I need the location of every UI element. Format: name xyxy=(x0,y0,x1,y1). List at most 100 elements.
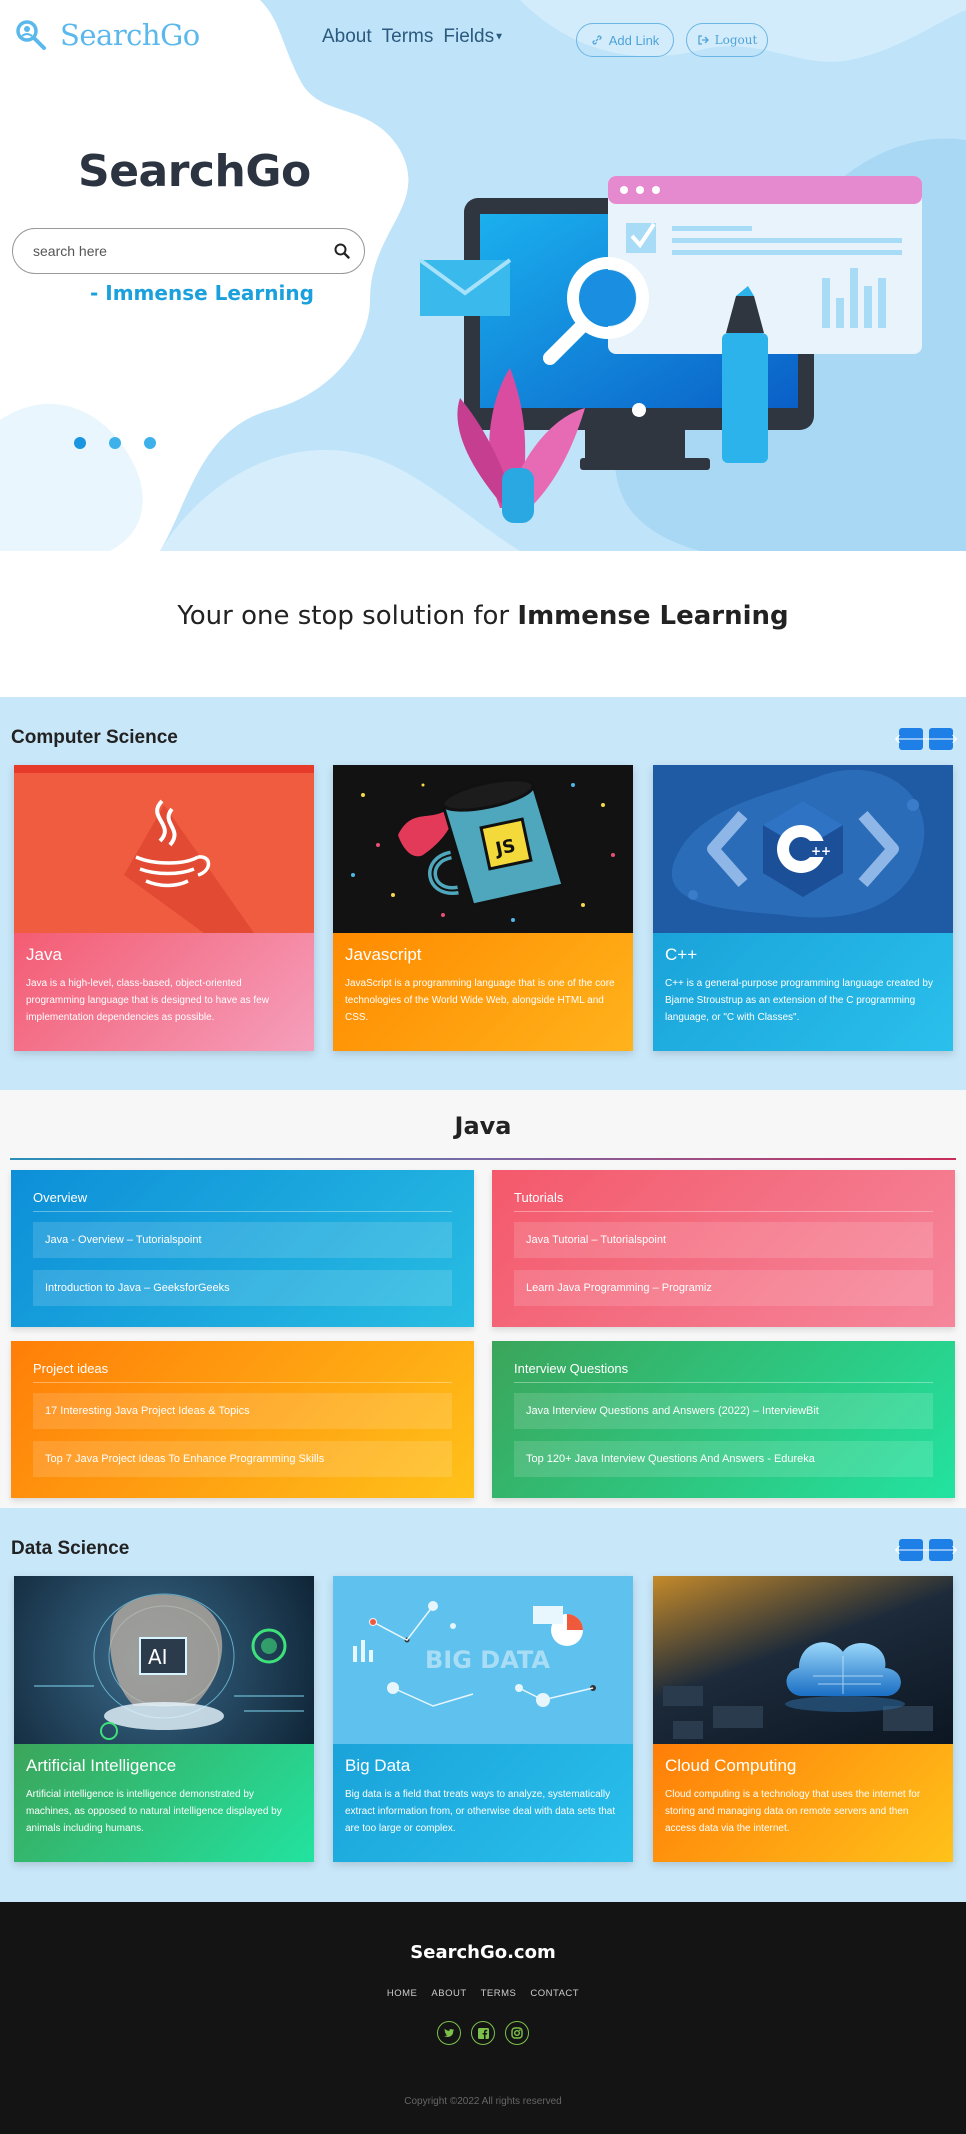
carousel-prev-button[interactable]: 🡐 xyxy=(894,728,928,750)
brand-logo[interactable]: SearchGo xyxy=(14,18,200,52)
computer-science-section: Computer Science 🡐 🡒 Java Java is a high… xyxy=(0,697,966,1090)
nav-links: About Terms Fields▼ xyxy=(322,26,504,48)
copyright: Copyright ©2022 All rights reserved xyxy=(404,2096,562,2107)
cpp-logo-icon: ++ xyxy=(653,765,953,933)
svg-text:++: ++ xyxy=(811,844,831,858)
add-link-button[interactable]: Add Link xyxy=(576,23,674,57)
section-title: Data Science xyxy=(11,1538,130,1559)
social-links xyxy=(0,2021,966,2045)
card-body: Artificial Intelligence Artificial intel… xyxy=(14,1744,314,1862)
search-icon[interactable] xyxy=(334,243,350,259)
nav-link-about[interactable]: About xyxy=(322,26,372,48)
resource-link[interactable]: Java - Overview – Tutorialspoint xyxy=(33,1222,452,1258)
resource-heading: Tutorials xyxy=(514,1190,933,1212)
resource-card-project-ideas: Project ideas 17 Interesting Java Projec… xyxy=(11,1341,474,1498)
card-artificial-intelligence[interactable]: AI Artificial Intelligence Artificial in… xyxy=(14,1576,314,1862)
footer: SearchGo.com HOME ABOUT TERMS CONTACT Co… xyxy=(0,1902,966,2134)
carousel-next-button[interactable]: 🡒 xyxy=(924,1539,958,1561)
card-cpp[interactable]: ++ C++ C++ is a general-purpose programm… xyxy=(653,765,953,1051)
card-body: Cloud Computing Cloud computing is a tec… xyxy=(653,1744,953,1862)
resource-link[interactable]: Introduction to Java – GeeksforGeeks xyxy=(33,1270,452,1306)
carousel-dot-3[interactable] xyxy=(144,437,156,449)
link-icon xyxy=(592,35,602,45)
ai-head-icon: AI xyxy=(14,1576,314,1744)
resource-link[interactable]: Java Interview Questions and Answers (20… xyxy=(514,1393,933,1429)
card-java[interactable]: Java Java is a high-level, class-based, … xyxy=(14,765,314,1051)
card-text: Big data is a field that treats ways to … xyxy=(345,1789,616,1834)
arrow-right-icon: 🡒 xyxy=(923,732,959,747)
js-mug-icon: JS xyxy=(333,765,633,933)
resource-link[interactable]: Top 7 Java Project Ideas To Enhance Prog… xyxy=(33,1441,452,1477)
caret-down-icon: ▼ xyxy=(494,31,504,43)
carousel-dot-1[interactable] xyxy=(74,437,86,449)
card-text: Artificial intelligence is intelligence … xyxy=(26,1789,282,1834)
footer-brand: SearchGo.com xyxy=(410,1942,556,1963)
resource-link[interactable]: Top 120+ Java Interview Questions And An… xyxy=(514,1441,933,1477)
search-input[interactable] xyxy=(33,243,334,259)
big-data-image-label: BIG DATA xyxy=(425,1646,550,1674)
slogan-emphasis: Immense Learning xyxy=(517,601,789,631)
big-data-icon: BIG DATA xyxy=(333,1576,633,1744)
carousel-indicators xyxy=(74,437,156,449)
card-title: Java xyxy=(26,945,62,964)
section-title: Computer Science xyxy=(11,727,178,748)
arrow-right-icon: 🡒 xyxy=(923,1543,959,1558)
navbar: SearchGo About Terms Fields▼ Add Link Lo… xyxy=(0,0,966,80)
resource-heading: Overview xyxy=(33,1190,452,1212)
card-body: C++ C++ is a general-purpose programming… xyxy=(653,933,953,1051)
resource-link[interactable]: 17 Interesting Java Project Ideas & Topi… xyxy=(33,1393,452,1429)
card-body: Javascript JavaScript is a programming l… xyxy=(333,933,633,1051)
resource-heading: Interview Questions xyxy=(514,1361,933,1383)
resource-card-interview-questions: Interview Questions Java Interview Quest… xyxy=(492,1341,955,1498)
nav-dropdown-fields[interactable]: Fields▼ xyxy=(443,26,504,48)
java-section: Java Overview Java - Overview – Tutorial… xyxy=(0,1090,966,1508)
card-text: Cloud computing is a technology that use… xyxy=(665,1789,921,1834)
logout-label: Logout xyxy=(714,33,758,47)
logout-button[interactable]: Logout xyxy=(686,23,768,57)
card-big-data[interactable]: BIG DATA Big Data Big data is a field th… xyxy=(333,1576,633,1862)
card-body: Big Data Big data is a field that treats… xyxy=(333,1744,633,1862)
carousel-next-button[interactable]: 🡒 xyxy=(924,728,958,750)
footer-link-terms[interactable]: TERMS xyxy=(481,1988,517,1999)
resource-heading: Project ideas xyxy=(33,1361,452,1383)
hero-tagline: - Immense Learning xyxy=(90,281,314,305)
card-cloud-computing[interactable]: Cloud Computing Cloud computing is a tec… xyxy=(653,1576,953,1862)
footer-link-about[interactable]: ABOUT xyxy=(431,1988,466,1999)
twitter-icon[interactable] xyxy=(437,2021,461,2045)
carousel-dot-2[interactable] xyxy=(109,437,121,449)
logout-icon xyxy=(698,35,709,45)
footer-links: HOME ABOUT TERMS CONTACT xyxy=(0,1988,966,1999)
ai-image-label: AI xyxy=(148,1645,168,1669)
nav-link-terms[interactable]: Terms xyxy=(382,26,434,48)
brand-name: SearchGo xyxy=(60,18,200,52)
footer-link-contact[interactable]: CONTACT xyxy=(530,1988,579,1999)
carousel-prev-button[interactable]: 🡐 xyxy=(894,1539,928,1561)
cloud-chip-icon xyxy=(653,1576,953,1744)
card-text: C++ is a general-purpose programming lan… xyxy=(665,978,933,1023)
instagram-icon[interactable] xyxy=(505,2021,529,2045)
data-science-section: Data Science 🡐 🡒 AI Artificial Intellige… xyxy=(0,1508,966,1902)
card-title: Javascript xyxy=(345,945,422,964)
card-title: Cloud Computing xyxy=(665,1756,797,1775)
resource-card-tutorials: Tutorials Java Tutorial – Tutorialspoint… xyxy=(492,1170,955,1327)
resource-link[interactable]: Java Tutorial – Tutorialspoint xyxy=(514,1222,933,1258)
card-body: Java Java is a high-level, class-based, … xyxy=(14,933,314,1051)
card-title: Artificial Intelligence xyxy=(26,1756,177,1775)
slogan-prefix: Your one stop solution for xyxy=(177,601,518,631)
card-title: C++ xyxy=(665,945,698,964)
nav-fields-label: Fields xyxy=(443,26,495,47)
java-divider xyxy=(10,1158,956,1160)
hero-section: SearchGo About Terms Fields▼ Add Link Lo… xyxy=(0,0,966,551)
java-logo-icon xyxy=(14,765,314,933)
footer-link-home[interactable]: HOME xyxy=(387,1988,418,1999)
card-javascript[interactable]: JS Javascript JavaScript is a programmin… xyxy=(333,765,633,1051)
hero-title: SearchGo xyxy=(78,146,311,197)
resource-link[interactable]: Learn Java Programming – Programiz xyxy=(514,1270,933,1306)
magnifier-icon xyxy=(16,20,46,50)
slogan: Your one stop solution for Immense Learn… xyxy=(0,601,966,631)
card-title: Big Data xyxy=(345,1756,411,1775)
card-text: Java is a high-level, class-based, objec… xyxy=(26,978,269,1023)
search-bar xyxy=(12,228,365,274)
facebook-icon[interactable] xyxy=(471,2021,495,2045)
resource-card-overview: Overview Java - Overview – Tutorialspoin… xyxy=(11,1170,474,1327)
